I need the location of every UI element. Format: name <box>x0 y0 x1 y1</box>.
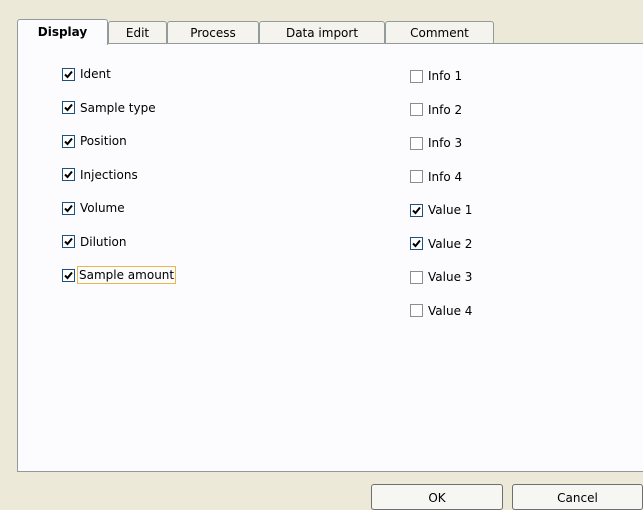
checkbox-dilution[interactable]: Dilution <box>62 233 128 251</box>
cancel-button[interactable]: Cancel <box>512 484 643 510</box>
tab-label: Comment <box>410 26 469 40</box>
checkbox-injections[interactable]: Injections <box>62 166 139 184</box>
checkbox-label[interactable]: Sample amount <box>77 266 177 284</box>
checkbox-checked-icon[interactable] <box>410 203 423 217</box>
checkbox-info-1[interactable]: Info 1 <box>410 67 463 85</box>
checkbox-volume[interactable]: Volume <box>62 199 126 217</box>
tab-label: Process <box>190 26 236 40</box>
checkbox-unchecked-icon[interactable] <box>410 103 423 116</box>
checkbox-value-1[interactable]: Value 1 <box>410 201 473 219</box>
checkbox-label[interactable]: Value 1 <box>427 202 473 218</box>
tab-strip: Display Edit Process Data import Comment <box>17 19 643 45</box>
checkbox-label[interactable]: Sample type <box>79 100 157 116</box>
checkbox-value-2[interactable]: Value 2 <box>410 235 473 253</box>
checkbox-unchecked-icon[interactable] <box>410 304 423 317</box>
checkbox-unchecked-icon[interactable] <box>410 270 423 284</box>
checkbox-checked-icon[interactable] <box>62 201 75 215</box>
checkbox-checked-icon[interactable] <box>62 101 75 114</box>
checkbox-label[interactable]: Value 3 <box>427 269 473 285</box>
checkbox-label[interactable]: Injections <box>79 167 139 183</box>
checkbox-label[interactable]: Value 4 <box>427 303 473 319</box>
checkbox-label[interactable]: Info 2 <box>427 102 463 118</box>
checkbox-label[interactable]: Ident <box>79 66 112 82</box>
checkbox-unchecked-icon[interactable] <box>410 170 423 183</box>
tab-label: Edit <box>125 26 150 40</box>
ok-button[interactable]: OK <box>371 484 503 510</box>
checkbox-label[interactable]: Dilution <box>79 234 128 250</box>
tab-label: Display <box>37 25 88 39</box>
checkbox-sample-amount[interactable]: Sample amount <box>62 266 177 284</box>
checkbox-ident[interactable]: Ident <box>62 65 112 83</box>
tab-display[interactable]: Display <box>17 19 108 45</box>
checkbox-label[interactable]: Volume <box>79 200 126 216</box>
tab-process[interactable]: Process <box>167 21 259 43</box>
checkbox-info-4[interactable]: Info 4 <box>410 168 463 186</box>
tab-comment[interactable]: Comment <box>385 21 494 43</box>
checkbox-value-3[interactable]: Value 3 <box>410 268 473 286</box>
checkbox-checked-icon[interactable] <box>62 134 75 148</box>
checkbox-checked-icon[interactable] <box>62 268 75 282</box>
tab-label: Data import <box>285 26 359 40</box>
checkbox-checked-icon[interactable] <box>62 67 75 81</box>
checkbox-info-2[interactable]: Info 2 <box>410 101 463 119</box>
checkbox-value-4[interactable]: Value 4 <box>410 302 473 320</box>
tab-edit[interactable]: Edit <box>108 21 167 43</box>
checkbox-sample-type[interactable]: Sample type <box>62 99 157 117</box>
checkbox-label[interactable]: Info 3 <box>427 135 463 151</box>
checkbox-position[interactable]: Position <box>62 132 128 150</box>
checkbox-info-3[interactable]: Info 3 <box>410 134 463 152</box>
ok-button-label: OK <box>428 491 446 505</box>
checkbox-label[interactable]: Value 2 <box>427 236 473 252</box>
tab-data-import[interactable]: Data import <box>259 21 385 43</box>
checkbox-label[interactable]: Position <box>79 133 128 149</box>
checkbox-unchecked-icon[interactable] <box>410 69 423 83</box>
checkbox-unchecked-icon[interactable] <box>410 136 423 150</box>
checkbox-label[interactable]: Info 1 <box>427 68 463 84</box>
checkbox-checked-icon[interactable] <box>62 235 75 248</box>
checkbox-checked-icon[interactable] <box>410 237 423 250</box>
checkbox-label[interactable]: Info 4 <box>427 169 463 185</box>
checkbox-checked-icon[interactable] <box>62 168 75 181</box>
cancel-button-label: Cancel <box>557 491 598 505</box>
